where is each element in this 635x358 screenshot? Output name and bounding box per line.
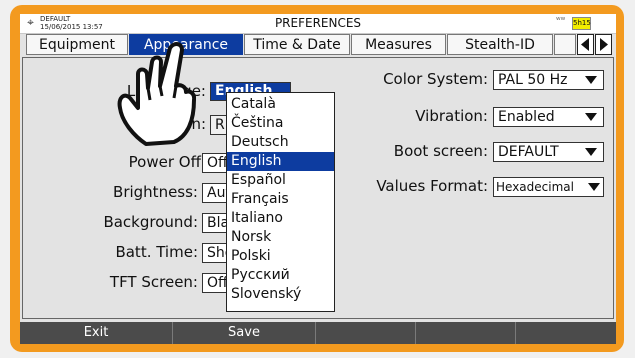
tab-bar: Equipment Appearance Time & Date Measure… xyxy=(22,34,616,56)
tab-equipment[interactable]: Equipment xyxy=(26,34,128,55)
brightness-label: Brightness: xyxy=(113,183,198,201)
tab-stealth-id[interactable]: Stealth-ID xyxy=(447,34,553,55)
exit-button[interactable]: Exit xyxy=(20,322,173,344)
power-off-label: Power Off: xyxy=(128,153,206,171)
boot-screen-field[interactable]: DEFAULT xyxy=(493,142,604,162)
menu-option-italiano[interactable]: Italiano xyxy=(227,209,334,228)
screen-title: PREFERENCES xyxy=(274,16,362,30)
values-format-value: Hexadecimal xyxy=(496,180,574,194)
chevron-down-icon xyxy=(588,183,600,191)
status-bar: ⌖ DEFAULT 15/06/2015 13:57 PREFERENCES ʷ… xyxy=(20,14,616,34)
boot-screen-label: Boot screen: xyxy=(393,142,488,160)
pointing-hand-icon xyxy=(117,42,196,146)
signal-icon: ʷʷ xyxy=(556,16,566,26)
menu-option-francais[interactable]: Français xyxy=(227,190,334,209)
tab-overflow xyxy=(554,34,576,55)
chevron-down-icon xyxy=(585,113,597,121)
color-system-value: PAL 50 Hz xyxy=(498,72,568,88)
screen: ⌖ DEFAULT 15/06/2015 13:57 PREFERENCES ʷ… xyxy=(20,14,616,344)
menu-option-norsk[interactable]: Norsk xyxy=(227,228,334,247)
values-format-label: Values Format: xyxy=(376,177,488,195)
background-label: Background: xyxy=(103,213,198,231)
chevron-down-icon xyxy=(585,148,597,156)
tab-time-date[interactable]: Time & Date xyxy=(244,34,350,55)
batt-time-label: Batt. Time: xyxy=(115,243,198,261)
softkey-3[interactable] xyxy=(316,322,416,344)
menu-option-russkiy[interactable]: Русский xyxy=(227,266,334,285)
menu-option-slovensky[interactable]: Slovenský xyxy=(227,285,334,304)
language-dropdown-menu: Català Čeština Deutsch English Español F… xyxy=(226,92,335,312)
menu-option-espanol[interactable]: Español xyxy=(227,171,334,190)
softkey-4[interactable] xyxy=(416,322,516,344)
vibration-value: Enabled xyxy=(498,109,555,125)
save-button[interactable]: Save xyxy=(173,322,316,344)
color-system-field[interactable]: PAL 50 Hz xyxy=(493,70,604,90)
boot-screen-value: DEFAULT xyxy=(498,144,559,160)
menu-option-deutsch[interactable]: Deutsch xyxy=(227,133,334,152)
menu-option-polski[interactable]: Polski xyxy=(227,247,334,266)
menu-option-english[interactable]: English xyxy=(227,152,334,171)
menu-option-catala[interactable]: Català xyxy=(227,95,334,114)
menu-option-cestina[interactable]: Čeština xyxy=(227,114,334,133)
color-system-label: Color System: xyxy=(383,70,488,88)
chevron-right-icon xyxy=(600,38,608,51)
vibration-field[interactable]: Enabled xyxy=(493,107,604,127)
battery-indicator: 5h15 xyxy=(572,17,591,30)
vibration-label: Vibration: xyxy=(415,107,488,125)
values-format-field[interactable]: Hexadecimal xyxy=(493,177,604,197)
tab-left-arrow[interactable] xyxy=(577,34,594,55)
tab-right-arrow[interactable] xyxy=(595,34,612,55)
chevron-down-icon xyxy=(585,76,597,84)
softkey-5[interactable] xyxy=(516,322,616,344)
tab-measures[interactable]: Measures xyxy=(351,34,446,55)
chevron-left-icon xyxy=(581,38,589,51)
tft-screen-label: TFT Screen: xyxy=(109,273,198,291)
softkey-bar: Exit Save xyxy=(20,322,616,344)
